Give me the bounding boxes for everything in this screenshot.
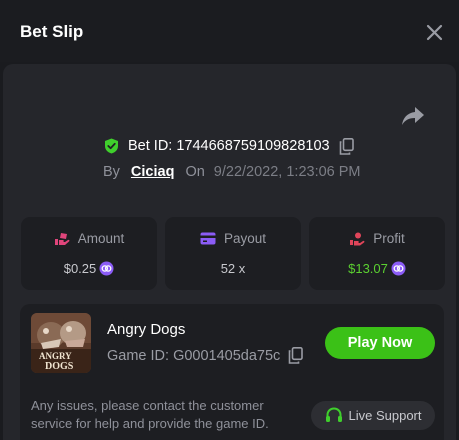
amount-card: Amount $0.25 xyxy=(21,217,157,290)
live-support-label: Live Support xyxy=(348,408,422,423)
headset-icon xyxy=(325,407,342,422)
profit-value: $13.07 xyxy=(348,261,388,276)
profit-card: Profit $13.07 xyxy=(309,217,445,290)
modal-header: Bet Slip xyxy=(0,0,459,62)
payout-label: Payout xyxy=(223,231,267,246)
payout-card: Payout 52 x xyxy=(165,217,301,290)
money-hand-icon xyxy=(350,232,365,245)
amount-value: $0.25 xyxy=(63,261,97,276)
game-id-row: Game ID: G0001405da75c xyxy=(107,347,304,364)
close-icon[interactable] xyxy=(425,23,444,42)
game-name: Angry Dogs xyxy=(107,321,186,338)
wallet-hand-icon xyxy=(54,232,70,245)
copy-game-id-icon[interactable] xyxy=(288,347,304,364)
bet-id: Bet ID: 174466875910982810​3 xyxy=(128,138,330,154)
bet-id-row: Bet ID: 174466875910982810​3 xyxy=(104,136,354,156)
amount-label: Amount xyxy=(77,231,125,246)
thumb-logo-text-2: DOGS xyxy=(45,361,74,372)
verified-shield-icon xyxy=(105,138,118,154)
game-thumbnail[interactable]: ANGRY DOGS xyxy=(31,313,91,373)
bet-author-row: By Ciciaq On 9/22/2022, 1:23:06 PM xyxy=(103,162,361,182)
play-now-button[interactable]: Play Now xyxy=(325,327,435,359)
modal-title: Bet Slip xyxy=(20,22,84,41)
share-icon[interactable] xyxy=(401,105,425,127)
bet-datetime: 9/22/2022, 1:23:06 PM xyxy=(213,164,361,180)
live-support-button[interactable]: Live Support xyxy=(311,401,435,430)
payout-value: 52 x xyxy=(220,261,246,276)
game-id: Game ID: G0001405da75c xyxy=(107,347,281,364)
support-message: Any issues, please contact the customer … xyxy=(31,398,269,431)
profit-label: Profit xyxy=(373,231,405,246)
card-icon xyxy=(200,232,216,245)
by-label: By xyxy=(103,164,120,180)
coin-icon xyxy=(391,261,406,276)
thumb-logo-text-1: ANGRY xyxy=(39,351,72,361)
coin-icon xyxy=(99,261,114,276)
copy-bet-id-icon[interactable] xyxy=(339,137,354,155)
on-label: On xyxy=(185,164,205,180)
username-link[interactable]: Ciciaq xyxy=(131,164,175,180)
